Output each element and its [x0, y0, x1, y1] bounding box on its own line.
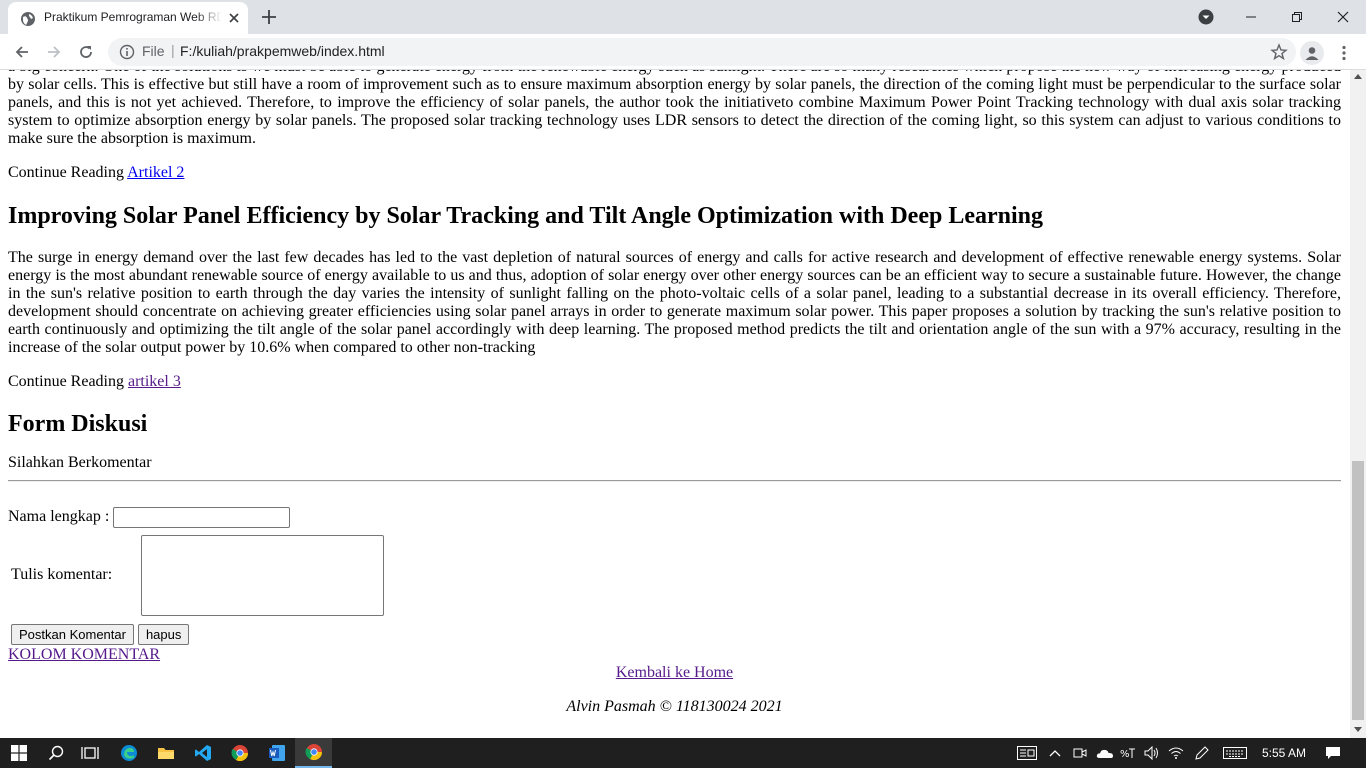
continue-reading-3: Continue Reading artikel 3 [8, 373, 1341, 391]
onedrive-icon[interactable] [1095, 745, 1115, 761]
browser-menu-button[interactable] [1334, 42, 1354, 64]
close-tab-icon[interactable] [226, 10, 242, 26]
folder-icon [157, 748, 174, 759]
chrome-icon [305, 744, 322, 761]
notification-center-icon[interactable] [1324, 745, 1342, 761]
reset-button[interactable]: hapus [137, 623, 190, 645]
keyboard-layout-icon[interactable] [1016, 745, 1038, 761]
scroll-down-arrow-icon[interactable] [1354, 727, 1362, 732]
bookmark-star-icon[interactable] [1270, 43, 1288, 61]
close-icon [1337, 11, 1349, 23]
kebab-menu-icon [1342, 45, 1346, 61]
arrow-right-icon [48, 46, 61, 58]
artikel-2-link[interactable]: Artikel 2 [127, 164, 184, 181]
chrome-active-taskbar-button[interactable] [295, 738, 332, 768]
name-input[interactable] [113, 506, 291, 528]
reload-icon [80, 46, 92, 58]
url-text[interactable]: F:/kuliah/prakpemweb/index.html [180, 43, 385, 59]
account-icon [1305, 47, 1319, 60]
artikel-3-link[interactable]: artikel 3 [128, 373, 181, 390]
meet-now-icon[interactable] [1071, 745, 1089, 761]
footer-credit: Alvin Pasmah © 118130024 2021 [566, 698, 783, 715]
continue-reading-label: Continue Reading [8, 164, 124, 181]
chevron-up-icon[interactable] [1046, 745, 1064, 761]
minimize-button[interactable] [1228, 0, 1274, 34]
word-icon [268, 745, 285, 761]
forward-button[interactable] [42, 40, 66, 64]
address-bar[interactable]: File | F:/kuliah/prakpemweb/index.html [108, 38, 1296, 66]
file-explorer-taskbar-button[interactable] [147, 738, 184, 768]
tab-search-icon[interactable] [1198, 9, 1214, 25]
reload-button[interactable] [74, 40, 98, 64]
kolom-komentar-link[interactable]: KOLOM KOMENTAR [8, 646, 160, 663]
name-label: Nama lengkap : [8, 508, 110, 525]
search-icon [48, 745, 63, 761]
name-row: Nama lengkap : [8, 506, 1341, 528]
search-taskbar-button[interactable] [37, 738, 74, 768]
windows-taskbar: % 5:55 AM [0, 738, 1366, 768]
input-method-icon[interactable]: % [1119, 745, 1137, 761]
comment-textarea[interactable] [141, 534, 384, 616]
article-2-paragraph: a big concern. One of the solutions is w… [8, 70, 1341, 147]
task-view-icon [80, 747, 99, 759]
minimize-icon [1246, 16, 1256, 18]
home-link-row: Kembali ke Home [8, 664, 1341, 682]
back-button[interactable] [10, 40, 34, 64]
form-subtitle: Silahkan Berkomentar [8, 454, 152, 471]
back-to-home-link[interactable]: Kembali ke Home [616, 664, 733, 681]
svg-text:%: % [1120, 749, 1130, 760]
comment-row: Tulis komentar: [8, 534, 1341, 616]
chrome-taskbar-button[interactable] [221, 738, 258, 768]
start-button[interactable] [0, 738, 37, 768]
article-3-paragraph: The surge in energy demand over the last… [8, 249, 1341, 356]
article-3-title: Improving Solar Panel Efficiency by Sola… [8, 203, 1043, 229]
comments-link-row: KOLOM KOMENTAR [8, 646, 1341, 664]
globe-icon [21, 12, 35, 26]
continue-reading-label: Continue Reading [8, 373, 124, 390]
scroll-up-arrow-icon[interactable] [1354, 74, 1362, 79]
divider [8, 480, 1341, 482]
profile-avatar-button[interactable] [1300, 41, 1324, 65]
close-window-button[interactable] [1320, 0, 1366, 34]
page-viewport: a big concern. One of the solutions is w… [0, 70, 1350, 738]
windows-logo-icon [10, 745, 27, 761]
browser-tab[interactable]: Praktikum Pemrograman Web RD [8, 2, 248, 34]
wifi-icon[interactable] [1167, 745, 1185, 761]
url-separator: | [171, 42, 175, 58]
restore-icon [1292, 12, 1302, 22]
comment-label: Tulis komentar: [11, 566, 113, 583]
new-tab-icon[interactable] [260, 8, 278, 26]
submit-comment-button[interactable]: Postkan Komentar [11, 623, 134, 645]
tab-title: Praktikum Pemrograman Web RD [44, 10, 222, 24]
vscode-taskbar-button[interactable] [184, 738, 221, 768]
arrow-left-icon [15, 46, 28, 58]
form-buttons: Postkan Komentar hapus [8, 623, 1341, 645]
edge-icon [120, 745, 137, 761]
form-title: Form Diskusi [8, 411, 148, 437]
word-taskbar-button[interactable] [258, 738, 295, 768]
vertical-scrollbar[interactable] [1350, 70, 1366, 738]
continue-reading-2: Continue Reading Artikel 2 [8, 164, 1341, 182]
url-scheme-label: File [142, 43, 165, 59]
edge-taskbar-button[interactable] [110, 738, 147, 768]
scrollbar-thumb[interactable] [1352, 461, 1364, 720]
tab-strip: Praktikum Pemrograman Web RD [0, 0, 1366, 34]
browser-toolbar: File | F:/kuliah/prakpemweb/index.html [0, 34, 1366, 70]
vscode-icon [194, 745, 211, 761]
touch-keyboard-icon[interactable] [1222, 745, 1248, 761]
restore-button[interactable] [1274, 0, 1320, 34]
volume-icon[interactable] [1143, 745, 1161, 761]
pen-workspace-icon[interactable] [1193, 745, 1211, 761]
info-icon[interactable] [119, 44, 135, 60]
taskbar-clock[interactable]: 5:55 AM [1262, 746, 1306, 760]
page-content: a big concern. One of the solutions is w… [8, 70, 1341, 716]
chrome-icon [231, 745, 248, 762]
task-view-button[interactable] [71, 738, 108, 768]
